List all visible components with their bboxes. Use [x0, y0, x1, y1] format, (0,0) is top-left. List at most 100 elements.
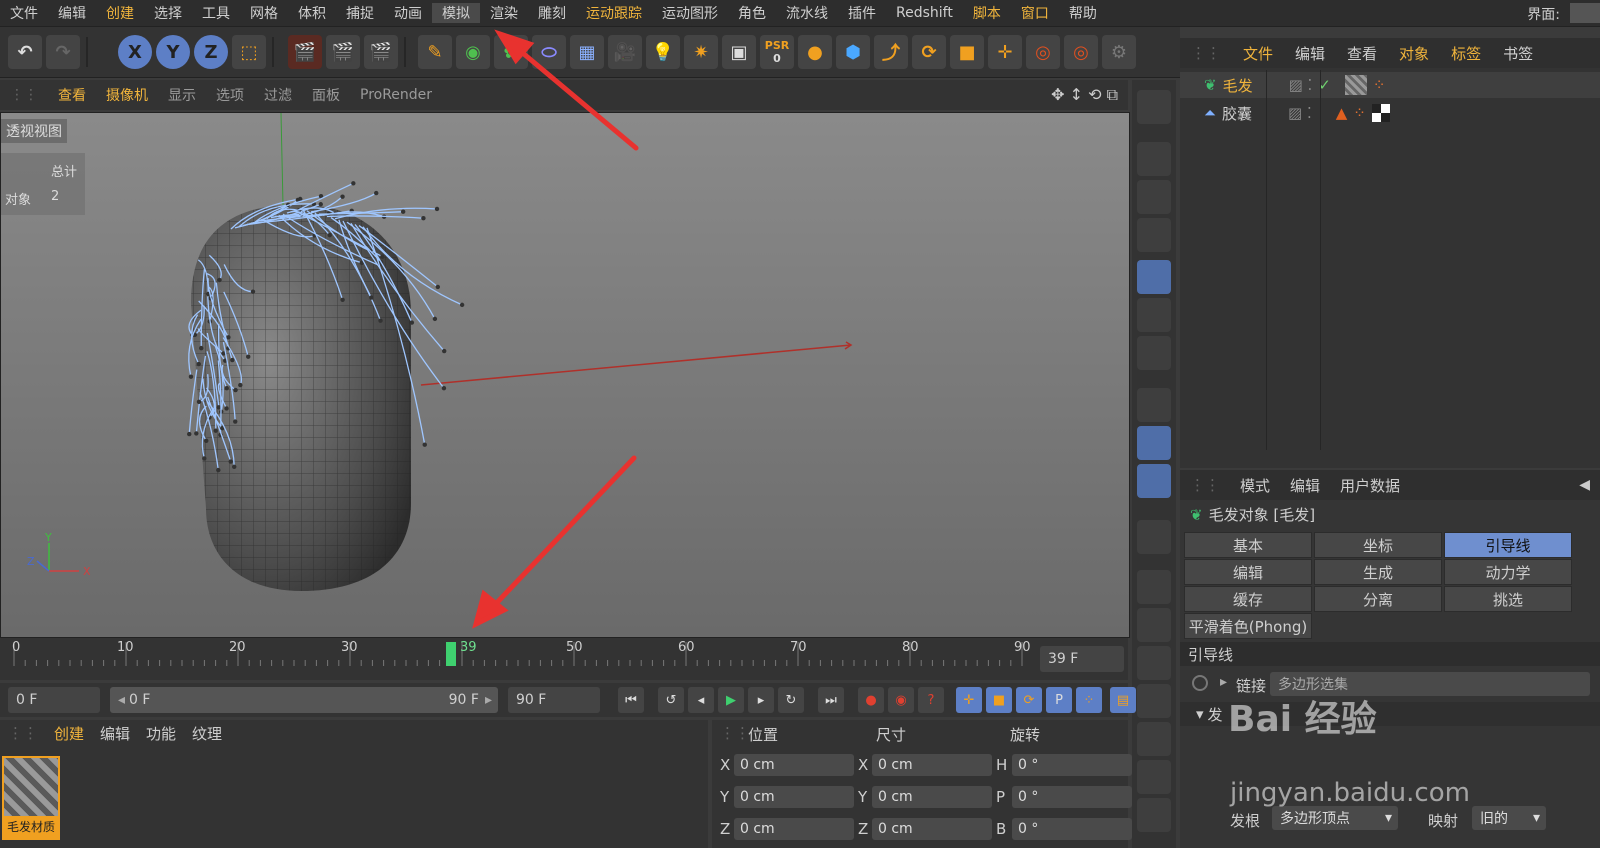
texture-tag-icon[interactable]: [1371, 104, 1390, 122]
picture-viewer-icon[interactable]: ▣: [722, 35, 756, 69]
om-menu-object[interactable]: 对象: [1388, 43, 1440, 64]
subdivision-icon[interactable]: ◉: [456, 35, 490, 69]
snap-settings-icon[interactable]: [1137, 608, 1171, 642]
om-menu-file[interactable]: 文件: [1232, 43, 1284, 64]
move-icon[interactable]: ✛: [988, 35, 1022, 69]
menu-mograph[interactable]: 运动图形: [652, 3, 728, 23]
menu-create[interactable]: 创建: [96, 3, 144, 23]
joint-icon[interactable]: [1137, 722, 1171, 756]
spline-icon[interactable]: ⤴: [874, 35, 908, 69]
tab-dynamics[interactable]: 动力学: [1444, 559, 1572, 585]
next-key-icon[interactable]: ↻: [778, 687, 804, 713]
coordinate-system-icon[interactable]: ⬚: [232, 35, 266, 69]
layout-dropdown[interactable]: [1570, 3, 1600, 23]
next-frame-icon[interactable]: ▸: [748, 687, 774, 713]
render-settings-icon[interactable]: 🎬: [364, 35, 398, 69]
om-menu-edit[interactable]: 编辑: [1284, 43, 1336, 64]
menu-animate[interactable]: 动画: [384, 3, 432, 23]
axis-mode-icon[interactable]: [1137, 388, 1171, 422]
render-view-icon[interactable]: 🎬: [288, 35, 322, 69]
animate-radio[interactable]: [1192, 675, 1208, 691]
vertex-tag-icon[interactable]: ⁘: [1353, 104, 1366, 122]
points-mode-icon[interactable]: [1137, 260, 1171, 294]
tab-edit[interactable]: 编辑: [1184, 559, 1312, 585]
frame-range-slider[interactable]: ◂ 0 F 90 F ▸: [110, 687, 498, 713]
timeline-window-icon[interactable]: ▤: [1110, 687, 1136, 713]
menu-pipeline[interactable]: 流水线: [776, 3, 838, 23]
playhead[interactable]: [446, 642, 456, 666]
goto-end-icon[interactable]: ⏭: [818, 687, 844, 713]
om-menu-tags[interactable]: 标签: [1440, 43, 1492, 64]
size-y-field[interactable]: 0 cm: [872, 786, 992, 808]
auto-key-icon[interactable]: ◉: [888, 687, 914, 713]
menu-file[interactable]: 文件: [0, 3, 48, 23]
hair-material-tag[interactable]: [1344, 75, 1367, 95]
position-z-field[interactable]: 0 cm: [734, 818, 854, 840]
key-scale-icon[interactable]: ■: [986, 687, 1012, 713]
rotate-icon[interactable]: ⟳: [912, 35, 946, 69]
key-param-icon[interactable]: P: [1046, 687, 1072, 713]
position-y-field[interactable]: 0 cm: [734, 786, 854, 808]
redo-icon[interactable]: ↷: [46, 35, 80, 69]
axis-z-button[interactable]: Z: [194, 35, 228, 69]
snap-xyz-icon[interactable]: ●: [798, 35, 832, 69]
back-arrow-icon[interactable]: ◀: [1579, 477, 1590, 493]
am-menu-mode[interactable]: 模式: [1230, 475, 1280, 496]
rotation-p-field[interactable]: 0 °: [1012, 786, 1132, 808]
timeline-ruler[interactable]: 0 10 20 30 39 50 60 70 80 90 39 F: [0, 638, 1128, 680]
viewport-menu-prorender[interactable]: ProRender: [350, 87, 442, 103]
cube-icon[interactable]: ⬢: [836, 35, 870, 69]
menu-window[interactable]: 窗口: [1011, 3, 1059, 23]
tweak-mode-icon[interactable]: [1137, 426, 1171, 460]
hair-tag-icon[interactable]: ⁘: [1373, 76, 1386, 94]
download-icon[interactable]: [1137, 684, 1171, 718]
play-icon[interactable]: ▶: [718, 687, 744, 713]
keyframe-selection-icon[interactable]: ?: [918, 687, 944, 713]
psr-toggle[interactable]: PSR 0: [760, 35, 794, 69]
hair-root-dropdown[interactable]: 多边形顶点 ▾: [1272, 806, 1398, 830]
menu-motion-tracking[interactable]: 运动跟踪: [576, 3, 652, 23]
rotation-h-field[interactable]: 0 °: [1012, 754, 1132, 776]
texture-mode-icon[interactable]: [1137, 180, 1171, 214]
floor-icon[interactable]: ▦: [570, 35, 604, 69]
menu-help[interactable]: 帮助: [1059, 3, 1107, 23]
om-menu-view[interactable]: 查看: [1336, 43, 1388, 64]
menu-volume[interactable]: 体积: [288, 3, 336, 23]
deformer-icon[interactable]: ⬭: [532, 35, 566, 69]
am-menu-userdata[interactable]: 用户数据: [1330, 475, 1410, 496]
viewport-solo-icon[interactable]: [1137, 90, 1171, 124]
tab-coord[interactable]: 坐标: [1314, 532, 1442, 558]
viewport-menu-camera[interactable]: 摄像机: [96, 85, 158, 105]
mat-menu-create[interactable]: 创建: [46, 723, 92, 744]
workplane-icon[interactable]: [1137, 218, 1171, 252]
object-row-hair[interactable]: ❦ 毛发 ▨ ⁚ ✓ ⁘: [1180, 72, 1600, 98]
solo-mode-icon[interactable]: [1137, 464, 1171, 498]
tab-separate[interactable]: 分离: [1314, 586, 1442, 612]
scale-icon[interactable]: ■: [950, 35, 984, 69]
prev-frame-icon[interactable]: ◂: [688, 687, 714, 713]
axis-y-button[interactable]: Y: [156, 35, 190, 69]
menu-snap[interactable]: 捕捉: [336, 3, 384, 23]
object-row-capsule[interactable]: ⏶ 胶囊 ▨ ⁚ ▲ ⁘: [1180, 100, 1600, 126]
model-mode-icon[interactable]: ⚙: [1102, 35, 1136, 69]
mat-menu-function[interactable]: 功能: [138, 723, 184, 744]
render-region-icon[interactable]: [1137, 646, 1171, 680]
visibility-icon[interactable]: ▨ ⁚: [1288, 104, 1312, 122]
current-frame-field[interactable]: 39 F: [1040, 646, 1124, 672]
menu-simulate[interactable]: 模拟: [432, 3, 480, 23]
axis-x-button[interactable]: X: [118, 35, 152, 69]
menu-redshift[interactable]: Redshift: [886, 5, 963, 21]
undo-icon[interactable]: ↶: [8, 35, 42, 69]
cloner-icon[interactable]: ✿: [494, 35, 528, 69]
light-icon[interactable]: 💡: [646, 35, 680, 69]
position-x-field[interactable]: 0 cm: [734, 754, 854, 776]
menu-sculpt[interactable]: 雕刻: [528, 3, 576, 23]
viewport-menu-options[interactable]: 选项: [206, 85, 254, 105]
record-keys-icon[interactable]: ●: [858, 687, 884, 713]
om-menu-bookmarks[interactable]: 书签: [1492, 43, 1544, 64]
start-frame-field[interactable]: 0 F: [8, 687, 100, 713]
viewport-3d[interactable]: 透视视图 总计 对象 2 Y X Z: [0, 112, 1130, 638]
mat-menu-edit[interactable]: 编辑: [92, 723, 138, 744]
menu-edit[interactable]: 编辑: [48, 3, 96, 23]
tab-generate[interactable]: 生成: [1314, 559, 1442, 585]
